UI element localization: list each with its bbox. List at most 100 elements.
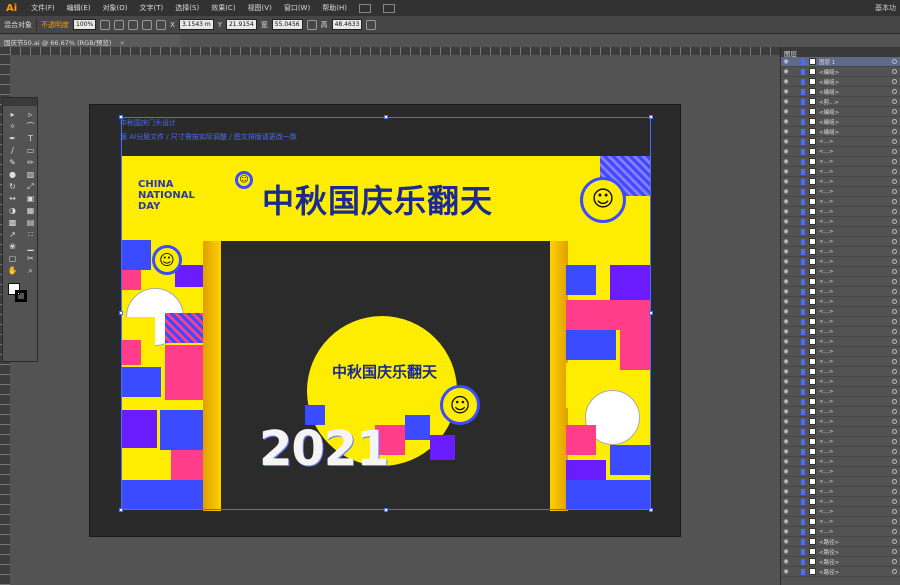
- target-circle-icon[interactable]: [892, 89, 897, 94]
- visibility-eye-icon[interactable]: ◉: [781, 88, 791, 95]
- layer-name[interactable]: <路径>: [819, 548, 889, 556]
- layer-row[interactable]: ◉ <...>: [781, 407, 900, 417]
- menu-file[interactable]: 文件(F): [25, 3, 61, 13]
- visibility-eye-icon[interactable]: ◉: [781, 158, 791, 165]
- layer-row[interactable]: ◉ <...>: [781, 197, 900, 207]
- visibility-eye-icon[interactable]: ◉: [781, 298, 791, 305]
- visibility-eye-icon[interactable]: ◉: [781, 308, 791, 315]
- visibility-eye-icon[interactable]: ◉: [781, 258, 791, 265]
- target-circle-icon[interactable]: [892, 189, 897, 194]
- target-circle-icon[interactable]: [892, 129, 897, 134]
- recolor-icon[interactable]: [100, 19, 111, 30]
- visibility-eye-icon[interactable]: ◉: [781, 548, 791, 555]
- layer-name[interactable]: <路径>: [819, 558, 889, 566]
- visibility-eye-icon[interactable]: ◉: [781, 358, 791, 365]
- visibility-eye-icon[interactable]: ◉: [781, 538, 791, 545]
- visibility-eye-icon[interactable]: ◉: [781, 288, 791, 295]
- menu-select[interactable]: 选择(S): [169, 3, 205, 13]
- layer-row[interactable]: ◉ <...>: [781, 267, 900, 277]
- layer-row[interactable]: ◉ <剪...>: [781, 97, 900, 107]
- layer-name[interactable]: <...>: [819, 179, 889, 185]
- document-tab[interactable]: 国庆节50.ai @ 66.67% (RGB/预览) ×: [0, 35, 180, 47]
- target-circle-icon[interactable]: [892, 109, 897, 114]
- layer-row[interactable]: ◉ <...>: [781, 347, 900, 357]
- type-tool-icon[interactable]: T: [24, 134, 37, 143]
- layer-row[interactable]: ◉ <...>: [781, 257, 900, 267]
- visibility-eye-icon[interactable]: ◉: [781, 118, 791, 125]
- layer-name[interactable]: <...>: [819, 329, 889, 335]
- visibility-eye-icon[interactable]: ◉: [781, 438, 791, 445]
- magic-wand-tool-icon[interactable]: ✧: [6, 122, 19, 131]
- selection-handle[interactable]: [119, 115, 123, 119]
- arrange-documents-icon[interactable]: [382, 3, 395, 13]
- layer-row[interactable]: ◉ <...>: [781, 447, 900, 457]
- visibility-eye-icon[interactable]: ◉: [781, 168, 791, 175]
- fill-stroke-swatches[interactable]: [6, 281, 34, 311]
- target-circle-icon[interactable]: [892, 329, 897, 334]
- visibility-eye-icon[interactable]: ◉: [781, 208, 791, 215]
- layer-row[interactable]: ◉ <...>: [781, 357, 900, 367]
- rectangle-tool-icon[interactable]: ▭: [24, 146, 37, 155]
- visibility-eye-icon[interactable]: ◉: [781, 228, 791, 235]
- target-circle-icon[interactable]: [892, 269, 897, 274]
- layer-row[interactable]: ◉ <编组>: [781, 127, 900, 137]
- layer-row[interactable]: ◉ <编组>: [781, 107, 900, 117]
- target-circle-icon[interactable]: [892, 439, 897, 444]
- layer-name[interactable]: <...>: [819, 199, 889, 205]
- target-circle-icon[interactable]: [892, 69, 897, 74]
- layer-name[interactable]: <编组>: [819, 68, 889, 76]
- visibility-eye-icon[interactable]: ◉: [781, 498, 791, 505]
- selection-handle[interactable]: [649, 115, 653, 119]
- pencil-tool-icon[interactable]: ✏: [24, 158, 37, 167]
- target-circle-icon[interactable]: [892, 419, 897, 424]
- target-circle-icon[interactable]: [892, 249, 897, 254]
- target-circle-icon[interactable]: [892, 379, 897, 384]
- layer-row[interactable]: ◉ <...>: [781, 377, 900, 387]
- visibility-eye-icon[interactable]: ◉: [781, 218, 791, 225]
- target-circle-icon[interactable]: [892, 209, 897, 214]
- layer-row[interactable]: ◉ <...>: [781, 307, 900, 317]
- visibility-eye-icon[interactable]: ◉: [781, 398, 791, 405]
- layer-row[interactable]: ◉ <编组>: [781, 77, 900, 87]
- target-circle-icon[interactable]: [892, 309, 897, 314]
- target-circle-icon[interactable]: [892, 469, 897, 474]
- layer-name[interactable]: 图层 1: [819, 58, 889, 66]
- align-icon[interactable]: [114, 19, 125, 30]
- selection-bounding-box[interactable]: [121, 117, 651, 510]
- layer-name[interactable]: <编组>: [819, 78, 889, 86]
- layer-name[interactable]: <...>: [819, 249, 889, 255]
- opacity-input[interactable]: 100%: [73, 19, 97, 30]
- workspace-switcher[interactable]: 基本功: [875, 3, 896, 13]
- more-options-icon[interactable]: [366, 19, 377, 30]
- layer-row[interactable]: ◉ <...>: [781, 247, 900, 257]
- layer-row[interactable]: ◉ <...>: [781, 217, 900, 227]
- layer-name[interactable]: <...>: [819, 339, 889, 345]
- visibility-eye-icon[interactable]: ◉: [781, 338, 791, 345]
- h-input[interactable]: 48.4633: [331, 19, 363, 30]
- layer-row[interactable]: ◉ <...>: [781, 317, 900, 327]
- target-circle-icon[interactable]: [892, 299, 897, 304]
- layer-name[interactable]: <...>: [819, 409, 889, 415]
- eyedropper-tool-icon[interactable]: ↗: [6, 230, 19, 239]
- layer-name[interactable]: <...>: [819, 349, 889, 355]
- layer-name[interactable]: <...>: [819, 499, 889, 505]
- visibility-eye-icon[interactable]: ◉: [781, 448, 791, 455]
- visibility-eye-icon[interactable]: ◉: [781, 108, 791, 115]
- menu-window[interactable]: 窗口(W): [278, 3, 316, 13]
- visibility-eye-icon[interactable]: ◉: [781, 318, 791, 325]
- hand-tool-icon[interactable]: ✋: [6, 266, 19, 275]
- layer-row[interactable]: ◉ <...>: [781, 487, 900, 497]
- visibility-eye-icon[interactable]: ◉: [781, 58, 791, 65]
- mesh-tool-icon[interactable]: ▩: [6, 218, 19, 227]
- target-circle-icon[interactable]: [892, 199, 897, 204]
- opacity-label[interactable]: 不透明度: [41, 20, 69, 30]
- target-circle-icon[interactable]: [892, 339, 897, 344]
- layer-name[interactable]: <...>: [819, 469, 889, 475]
- perspective-grid-tool-icon[interactable]: ▦: [24, 206, 37, 215]
- visibility-eye-icon[interactable]: ◉: [781, 458, 791, 465]
- layer-row[interactable]: ◉ <...>: [781, 167, 900, 177]
- visibility-eye-icon[interactable]: ◉: [781, 178, 791, 185]
- target-circle-icon[interactable]: [892, 349, 897, 354]
- layer-name[interactable]: <...>: [819, 459, 889, 465]
- visibility-eye-icon[interactable]: ◉: [781, 348, 791, 355]
